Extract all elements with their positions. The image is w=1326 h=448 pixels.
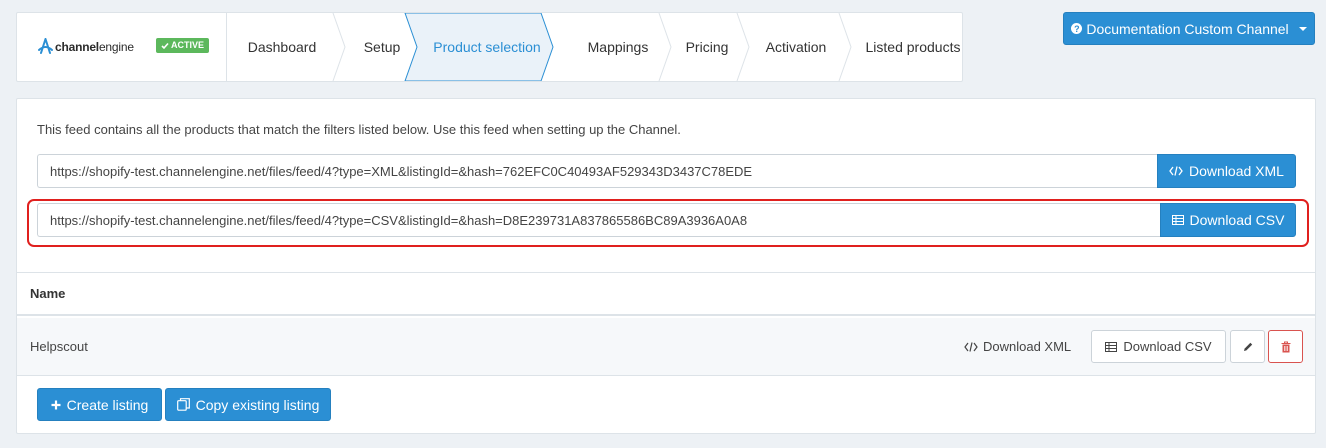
create-listing-button[interactable]: Create listing: [37, 388, 162, 421]
step-mappings[interactable]: Mappings: [557, 13, 679, 81]
edit-listing-button[interactable]: [1230, 330, 1265, 363]
xml-feed-url-input[interactable]: [37, 154, 1157, 188]
step-product-selection[interactable]: Product selection: [417, 13, 557, 81]
row-download-csv-button[interactable]: Download CSV: [1091, 330, 1226, 363]
step-pricing[interactable]: Pricing: [672, 13, 742, 81]
code-icon: [1169, 166, 1183, 176]
table-icon: [1171, 215, 1184, 225]
copy-existing-listing-button[interactable]: Copy existing listing: [165, 388, 331, 421]
column-header-name: Name: [30, 286, 66, 301]
code-icon: [964, 341, 978, 352]
wizard-steps: Dashboard Setup Product selection Mappin…: [227, 13, 963, 81]
check-icon: [161, 42, 169, 49]
table-icon: [1105, 341, 1118, 352]
pencil-icon: [1243, 342, 1252, 351]
brand-area: channelengine ACTIVE: [17, 13, 227, 81]
table-header: Name: [17, 272, 1315, 316]
channelengine-logo-icon: [38, 38, 53, 54]
feed-description: This feed contains all the products that…: [37, 122, 681, 137]
top-navigation: channelengine ACTIVE Dashboard Setup Pro…: [16, 12, 963, 82]
channelengine-logo[interactable]: channelengine: [38, 38, 134, 55]
step-activation[interactable]: Activation: [750, 13, 842, 81]
feed-panel: This feed contains all the products that…: [16, 98, 1316, 434]
status-badge: ACTIVE: [156, 38, 210, 53]
step-listed-products[interactable]: Listed products: [852, 13, 974, 81]
delete-listing-button[interactable]: [1268, 330, 1303, 363]
step-setup[interactable]: Setup: [346, 13, 418, 81]
csv-feed-row: Download CSV: [37, 203, 1296, 237]
caret-down-icon: [1298, 26, 1307, 31]
row-download-xml-link[interactable]: Download XML: [964, 339, 1071, 354]
download-xml-button[interactable]: Download XML: [1157, 154, 1296, 188]
copy-icon: [176, 398, 190, 411]
logo-text: channelengine: [55, 39, 134, 54]
documentation-label: Documentation Custom Channel: [1086, 20, 1289, 37]
step-dashboard[interactable]: Dashboard: [227, 13, 337, 81]
listing-name: Helpscout: [30, 339, 88, 354]
documentation-dropdown-button[interactable]: ? Documentation Custom Channel: [1063, 12, 1315, 45]
xml-feed-row: Download XML: [37, 154, 1296, 188]
table-row: Helpscout Download XML Download CSV: [17, 318, 1315, 376]
download-csv-button[interactable]: Download CSV: [1160, 203, 1296, 237]
trash-icon: [1281, 341, 1290, 352]
question-circle-icon: ?: [1071, 23, 1083, 34]
plus-icon: [51, 400, 61, 409]
csv-feed-url-input[interactable]: [37, 203, 1160, 237]
